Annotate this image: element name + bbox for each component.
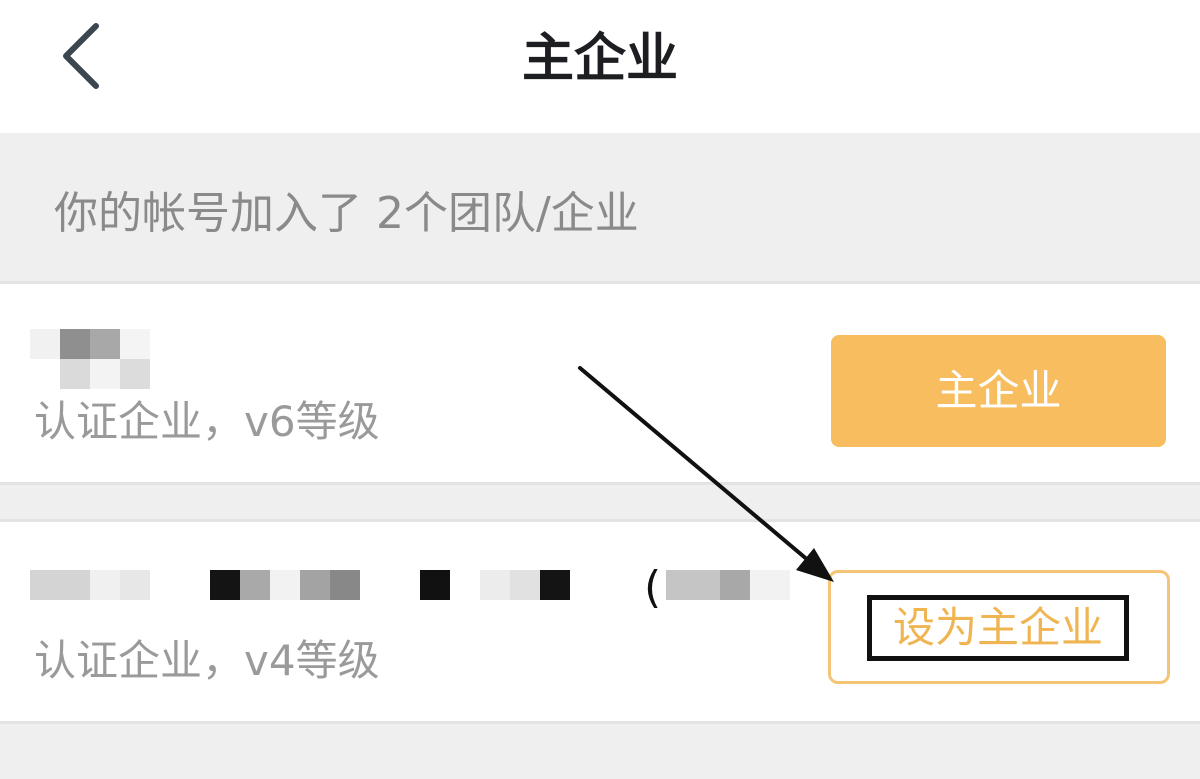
header-bar: 主企业 [0, 0, 1200, 133]
team-count-summary: 你的帐号加入了 2个团队/企业 [54, 188, 639, 239]
set-primary-company-button[interactable]: 设为主企业 [828, 570, 1170, 684]
primary-company-button[interactable]: 主企业 [831, 335, 1166, 447]
page-title: 主企业 [521, 29, 678, 89]
company-card-2: ( 认证企业，v4等级 设为主企业 [0, 519, 1200, 724]
company-subtitle: 认证企业，v6等级 [34, 397, 380, 446]
company-card-1: 认证企业，v6等级 主企业 [0, 281, 1200, 485]
set-primary-label: 设为主企业 [867, 595, 1129, 661]
company-subtitle: 认证企业，v4等级 [34, 636, 380, 685]
paren-text: ( [644, 562, 662, 613]
company-name-blurred [30, 329, 160, 389]
company-name-blurred [30, 570, 810, 602]
